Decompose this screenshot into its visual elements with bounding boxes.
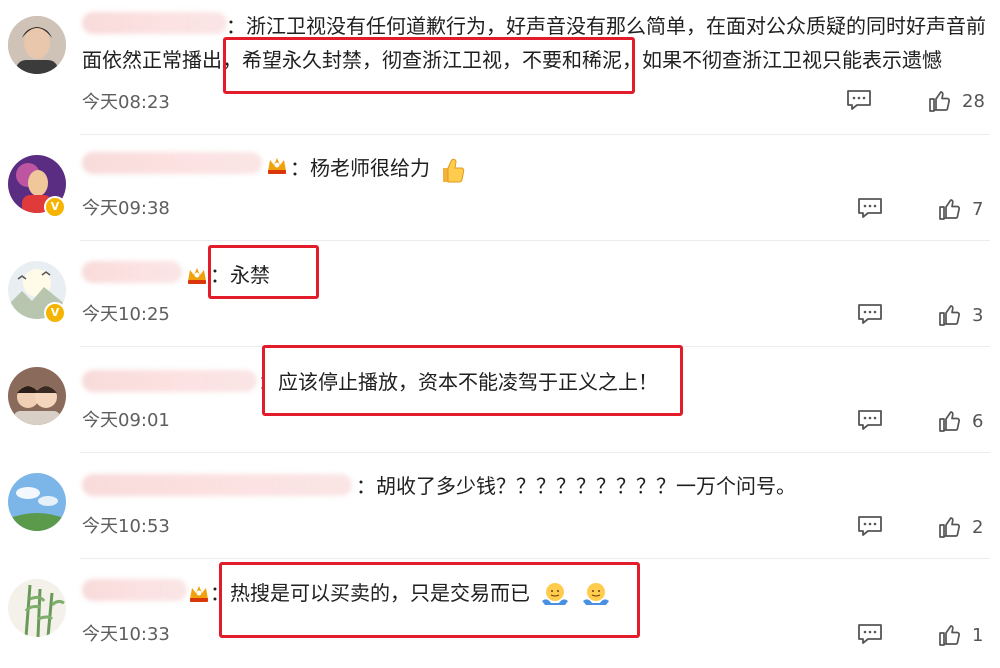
comment-time: 今天10:33 — [82, 624, 170, 645]
avatar[interactable] — [8, 16, 66, 74]
highlight-box — [223, 37, 635, 94]
like-button[interactable]: 1 — [938, 623, 983, 647]
like-button[interactable]: 7 — [938, 197, 983, 221]
comment-time: 今天10:53 — [82, 516, 170, 537]
comment-body: 杨老师很给力 — [310, 156, 430, 180]
highlight-box — [219, 562, 640, 638]
blurred-username[interactable] — [82, 370, 257, 392]
thumbs-up-icon — [939, 305, 960, 326]
like-count: 7 — [972, 198, 984, 220]
thumbs-up-emoji-icon — [443, 158, 465, 183]
blurred-username[interactable] — [82, 261, 182, 283]
comment-item: ：热搜是可以买卖的，只是交易而已 今天10:33 1 — [0, 559, 1000, 668]
like-button[interactable]: 28 — [928, 89, 985, 113]
comment-time: 今天10:25 — [82, 304, 170, 325]
avatar[interactable] — [8, 579, 66, 637]
like-button[interactable]: 3 — [938, 303, 983, 327]
thumbs-up-icon — [939, 411, 960, 432]
comment-item: ：胡收了多少钱？？？？？？？？？一万个问号。 今天10:53 2 — [0, 453, 1000, 558]
avatar-image — [8, 473, 66, 531]
comment-item: V ：永禁 今天10:25 3 — [0, 241, 1000, 346]
thumbs-up-icon — [939, 517, 960, 538]
comment-time: 今天08:23 — [82, 92, 170, 113]
avatar-image — [8, 367, 66, 425]
comment-bubble-icon[interactable] — [857, 515, 883, 537]
like-count: 28 — [962, 90, 985, 112]
like-count: 2 — [972, 516, 984, 538]
avatar-image — [8, 16, 66, 74]
comment-item: V ：杨老师很给力 今天09:38 7 — [0, 135, 1000, 240]
avatar-image — [8, 579, 66, 637]
thumbs-up-icon — [939, 625, 960, 646]
comment-time: 今天09:01 — [82, 410, 170, 431]
like-button[interactable]: 2 — [938, 515, 983, 539]
crown-member-icon — [188, 268, 206, 284]
highlight-box — [208, 245, 319, 299]
crown-member-icon — [268, 158, 286, 174]
comment-item: ：应该停止播放，资本不能凌驾于正义之上！ 今天09:01 6 — [0, 345, 1000, 452]
comment-text: ：杨老师很给力 — [290, 153, 466, 184]
like-count: 1 — [972, 624, 984, 646]
like-count: 3 — [972, 304, 984, 326]
like-count: 6 — [972, 410, 984, 432]
thumbs-up-icon — [929, 91, 950, 112]
like-button[interactable]: 6 — [938, 409, 983, 433]
comment-bubble-icon[interactable] — [857, 303, 883, 325]
blurred-username[interactable] — [82, 474, 352, 496]
comment-bubble-icon[interactable] — [857, 623, 883, 645]
highlight-box — [262, 345, 683, 416]
avatar[interactable] — [8, 367, 66, 425]
verified-v-icon: V — [44, 196, 66, 218]
blurred-username[interactable] — [82, 579, 187, 601]
crown-member-icon — [190, 586, 208, 602]
avatar[interactable] — [8, 473, 66, 531]
comment-time: 今天09:38 — [82, 198, 170, 219]
blurred-username[interactable] — [82, 12, 227, 34]
comment-bubble-icon[interactable] — [846, 89, 872, 111]
verified-v-icon: V — [44, 302, 66, 324]
comment-bubble-icon[interactable] — [857, 197, 883, 219]
thumbs-up-icon — [939, 199, 960, 220]
blurred-username[interactable] — [82, 152, 262, 174]
comment-text: ：胡收了多少钱？？？？？？？？？一万个问号。 — [356, 471, 796, 501]
comment-bubble-icon[interactable] — [857, 409, 883, 431]
comment-body: ：胡收了多少钱？？？？？？？？？一万个问号。 — [356, 474, 796, 498]
comment-item: ：浙江卫视没有任何道歉行为，好声音没有那么简单，在面对公众质疑的同时好声音前 面… — [0, 0, 1000, 125]
